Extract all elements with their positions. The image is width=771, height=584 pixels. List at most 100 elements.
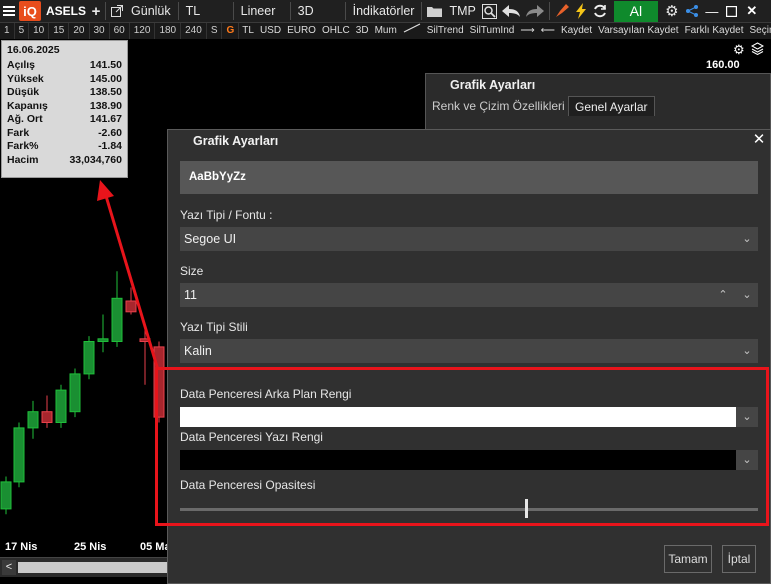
timeframe-20[interactable]: 20 [69,23,90,39]
gear-icon[interactable]: ⚙ [733,42,745,58]
currency-euro[interactable]: EURO [284,23,319,39]
timeframe-5[interactable]: 5 [15,23,30,39]
scale-selector[interactable]: Lineer [236,4,288,18]
font-select[interactable]: Segoe UI ⌄ [180,227,758,251]
dialog-title: Grafik Ayarları [193,134,279,148]
chart-type-ohlc[interactable]: OHLC [319,23,353,39]
lightning-icon[interactable] [572,1,590,22]
symbol-label[interactable]: ASELS [41,4,89,18]
scrollbar-thumb[interactable] [18,562,168,573]
candle[interactable] [69,368,81,418]
tab-color-drawing[interactable]: Renk ve Çizim Özellikleri [426,96,571,116]
indicators-button[interactable]: İndikatörler [348,4,420,18]
currency-tl[interactable]: TL [239,23,257,39]
timeframe-daily[interactable]: G [222,23,240,39]
timeframe-1[interactable]: 1 [0,23,15,39]
timeframe-session[interactable]: S [207,23,223,39]
timeframe-60[interactable]: 60 [110,23,130,39]
ok-button[interactable]: Tamam [664,545,712,573]
text-color-label: Data Penceresi Yazı Rengi [180,430,323,444]
chevron-down-icon[interactable]: ⌄ [736,407,758,427]
timeframe-120[interactable]: 120 [130,23,156,39]
scroll-left-icon[interactable]: < [2,560,16,575]
save-as-button[interactable]: Farklı Kaydet [682,23,747,39]
layers-icon[interactable] [750,42,764,58]
chevron-down-icon[interactable]: ⌄ [736,450,758,470]
redo-icon[interactable] [523,1,547,22]
zoom-icon[interactable] [481,1,499,22]
style-label: Yazı Tipi Stili [180,320,248,334]
chart-type-candle[interactable]: Mum [372,23,400,39]
maximize-icon[interactable] [722,1,742,22]
candle[interactable] [111,271,123,347]
template-button[interactable]: TMP [444,4,480,18]
rocket-icon[interactable] [552,1,572,22]
size-stepper[interactable]: 11 ⌃ ⌄ [180,283,758,307]
candle[interactable] [13,422,25,488]
candle[interactable] [55,384,67,428]
share-icon[interactable] [682,1,702,22]
buy-button[interactable]: Al [613,0,658,22]
opacity-slider-thumb[interactable] [524,499,528,518]
folder-icon[interactable] [424,1,444,22]
chart-type-3d[interactable]: 3D [353,23,372,39]
bg-color-picker[interactable] [180,407,736,427]
divider [421,2,423,20]
undo-icon[interactable] [499,1,523,22]
candle[interactable] [97,314,109,353]
tab-general-settings[interactable]: Genel Ayarlar [568,96,655,116]
currency-selector[interactable]: TL [181,4,231,18]
candle[interactable] [27,400,39,439]
selections-button[interactable]: Seçimler [747,23,771,39]
candle-body [13,427,25,483]
price-axis-label: 160.00 [706,59,740,71]
timeframe-15[interactable]: 15 [49,23,70,39]
timeframe-240[interactable]: 240 [181,23,207,39]
candle[interactable] [41,395,53,428]
chart-scrollbar[interactable]: < [0,557,168,577]
chart-right-tools: ⚙ [733,42,764,58]
main-toolbar: iQ ASELS + Günlük TL Lineer 3D İndikatör… [0,0,771,23]
refresh-icon[interactable] [590,1,610,22]
gear-icon[interactable]: ⚙ [662,1,682,22]
chevron-down-icon[interactable]: ⌄ [736,227,758,251]
minimize-icon[interactable]: — [702,1,722,22]
candle[interactable] [83,336,95,380]
trendline-icon[interactable] [400,23,424,39]
cancel-button[interactable]: İptal [722,545,756,573]
currency-usd[interactable]: USD [257,23,284,39]
style-select[interactable]: Kalin ⌄ [180,339,758,363]
candle[interactable] [125,287,137,315]
candle-body [153,346,165,418]
candle-body [83,341,95,375]
close-icon[interactable]: ✕ [750,131,768,149]
arrow-right-icon[interactable]: ⟶ [517,23,537,39]
close-window-icon[interactable]: ✕ [742,1,762,22]
delete-trends-button[interactable]: SilTrend [424,23,467,39]
menu-icon[interactable] [0,1,18,22]
arrow-left-icon[interactable]: ⟵ [538,23,558,39]
chevron-down-icon[interactable]: ⌄ [736,283,758,307]
external-link-icon[interactable] [108,1,126,22]
period-selector[interactable]: Günlük [126,4,176,18]
timeframe-180[interactable]: 180 [155,23,182,39]
data-window[interactable]: 16.06.2025 Açılış 141.50 Yüksek 145.00 Düş… [1,40,128,178]
candle-body [0,481,12,510]
opacity-slider[interactable] [180,508,758,511]
save-button[interactable]: Kaydet [558,23,595,39]
divider [548,2,550,20]
add-symbol-icon[interactable]: + [89,1,103,22]
chevron-up-icon[interactable]: ⌃ [712,283,734,307]
secondary-toolbar: 1 5 10 15 20 30 60 120 180 240 S G TL US… [0,23,771,39]
save-default-button[interactable]: Varsayılan Kaydet [595,23,681,39]
candle[interactable] [0,476,12,515]
timeframe-30[interactable]: 30 [90,23,110,39]
chevron-down-icon[interactable]: ⌄ [736,339,758,363]
candle[interactable] [153,341,165,423]
candle-body [97,338,109,342]
timeframe-10[interactable]: 10 [29,23,50,39]
candle[interactable] [139,325,151,385]
delete-indicators-button[interactable]: SilTumInd [467,23,518,39]
text-color-picker[interactable] [180,450,736,470]
view-3d-button[interactable]: 3D [293,4,343,18]
